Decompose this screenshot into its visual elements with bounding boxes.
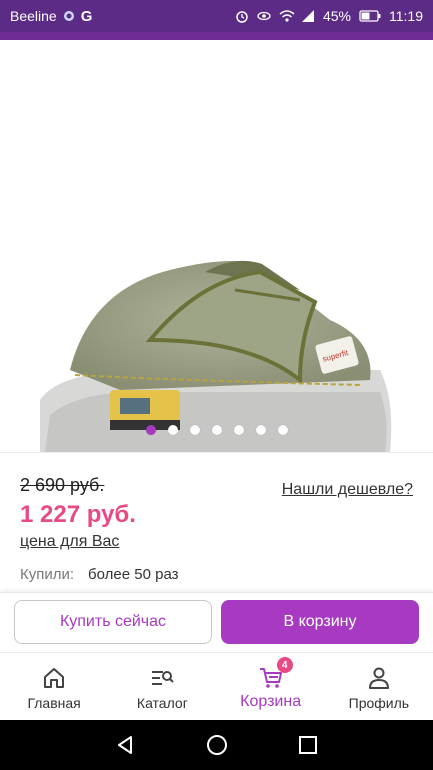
current-price: 1 227 руб.	[20, 501, 136, 528]
pager-dot-5[interactable]	[233, 425, 244, 435]
carrier-name: Beeline	[10, 8, 57, 24]
old-price: 2 690 руб.	[20, 475, 105, 495]
bottom-nav: Главная Каталог 4 Корзина Профиль	[0, 652, 433, 720]
nav-label-profile: Профиль	[348, 695, 410, 711]
pager-dot-4[interactable]	[211, 425, 222, 435]
product-gallery[interactable]: superfit	[0, 40, 433, 452]
profile-icon	[366, 665, 392, 691]
pager-dot-1[interactable]	[145, 425, 156, 435]
alarm-icon	[235, 9, 249, 23]
notification-dot-icon	[62, 9, 76, 23]
bought-label: Купили:	[20, 566, 75, 583]
battery-icon	[359, 9, 381, 23]
found-cheaper-link[interactable]: Нашли дешевле?	[282, 481, 413, 499]
nav-item-profile[interactable]: Профиль	[325, 653, 433, 720]
catalog-search-icon	[149, 665, 175, 691]
nav-item-home[interactable]: Главная	[0, 653, 108, 720]
cart-badge: 4	[276, 657, 293, 673]
nav-item-catalog[interactable]: Каталог	[108, 653, 216, 720]
nav-label-cart: Корзина	[240, 693, 302, 710]
buy-now-button[interactable]: Купить сейчас	[14, 600, 212, 644]
action-bar: Купить сейчас В корзину	[0, 592, 433, 652]
status-bar: Beeline G 45% 11:19	[0, 0, 433, 32]
bought-value: более 50 раз	[88, 566, 179, 583]
recents-icon[interactable]	[296, 733, 320, 757]
home-circle-icon[interactable]	[205, 733, 229, 757]
add-to-cart-button[interactable]: В корзину	[221, 600, 419, 644]
nav-item-cart[interactable]: 4 Корзина	[217, 653, 325, 720]
price-for-you-link[interactable]: цена для Вас	[20, 533, 119, 551]
system-nav-bar	[0, 720, 433, 770]
battery-percent: 45%	[322, 8, 351, 24]
pager-dot-6[interactable]	[255, 425, 266, 435]
back-icon[interactable]	[114, 733, 138, 757]
signal-icon	[301, 9, 315, 23]
wifi-icon	[279, 9, 295, 23]
clock: 11:19	[389, 8, 423, 24]
pager-dot-2[interactable]	[167, 425, 178, 435]
app-header-strip	[0, 32, 433, 40]
nav-label-catalog: Каталог	[136, 695, 188, 711]
gallery-pager[interactable]	[0, 425, 433, 435]
nav-label-home: Главная	[27, 695, 81, 711]
product-photo: superfit	[40, 260, 392, 452]
pager-dot-3[interactable]	[189, 425, 200, 435]
google-icon: G	[80, 7, 93, 25]
purchase-count: Купили: более 50 раз	[20, 566, 179, 583]
pager-dot-7[interactable]	[277, 425, 288, 435]
home-icon	[41, 665, 67, 691]
eye-icon	[257, 9, 271, 23]
price-section: 2 690 руб. Нашли дешевле? 1 227 руб. цен…	[0, 452, 433, 592]
